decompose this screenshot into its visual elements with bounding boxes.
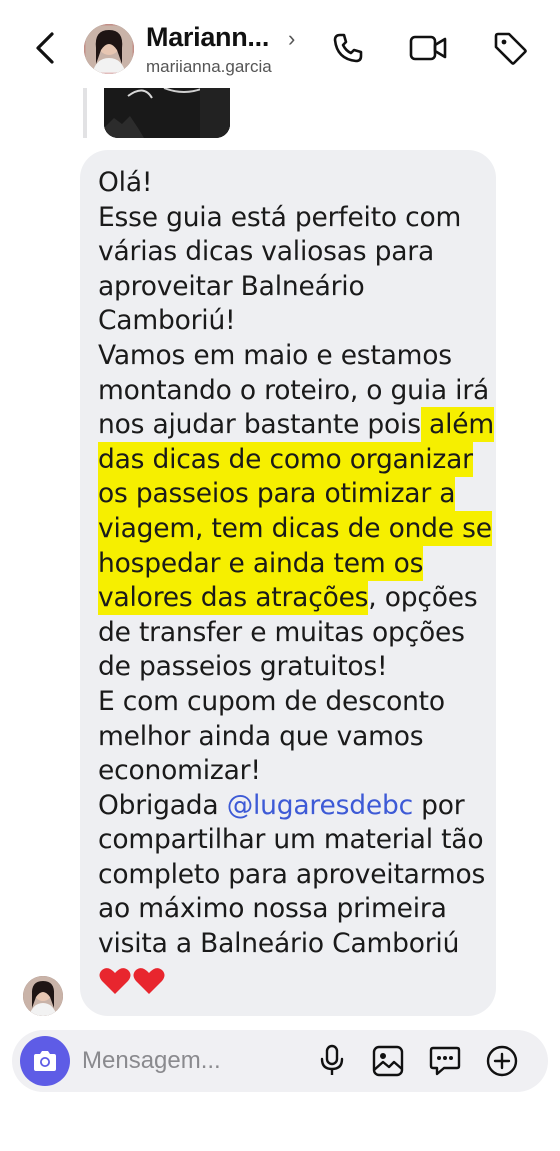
contact-avatar[interactable]: [84, 24, 134, 74]
message-text-segment: de passeios gratuitos!: [98, 651, 388, 683]
message-line: valores das atrações, opções: [98, 580, 484, 616]
message-line: economizar!: [98, 754, 484, 789]
message-line: Camboriú!: [98, 304, 484, 339]
chevron-right-icon: ›: [288, 26, 296, 51]
message-line: ao máximo nossa primeira: [98, 892, 484, 927]
message-line: várias dicas valiosas para: [98, 235, 484, 270]
video-call-button[interactable]: [406, 26, 450, 70]
message-text-segment: Vamos em maio e estamos: [98, 339, 452, 371]
message-line: visita a Balneário Camboriú: [98, 927, 484, 962]
gallery-icon: [372, 1045, 404, 1077]
message-line: das dicas de como organizar: [98, 441, 484, 478]
message-text-segment: compartilhar um material tão: [98, 824, 484, 856]
sender-avatar[interactable]: [23, 976, 63, 1016]
message-line: nos ajudar bastante pois além: [98, 407, 494, 443]
message-text-segment: E com cupom de desconto: [98, 685, 445, 717]
hearts-row: [98, 964, 484, 998]
reply-indicator-bar: [83, 88, 87, 138]
message-text-segment: Obrigada: [98, 789, 227, 821]
message-line: Vamos em maio e estamos: [98, 339, 484, 374]
message-line: Olá!: [98, 166, 484, 201]
message-text-segment: de transfer e muitas opções: [98, 616, 465, 648]
message-text-segment: várias dicas valiosas para: [98, 236, 435, 268]
message-text-segment: nos ajudar bastante pois: [98, 409, 421, 441]
message-line: completo para aproveitarmos: [98, 858, 486, 893]
contact-info[interactable]: Mariann... › mariianna.garcia: [146, 22, 316, 78]
camera-button[interactable]: [20, 1036, 70, 1086]
message-text-segment: Olá!: [98, 167, 153, 198]
heart-emoji-icon: [133, 967, 165, 994]
back-icon: [36, 32, 54, 64]
mention-link[interactable]: @lugaresdebc: [227, 790, 413, 821]
highlighted-text: viagem, tem dicas de onde se: [98, 510, 492, 546]
tag-button[interactable]: [488, 26, 532, 70]
message-line: Esse guia está perfeito com: [98, 201, 484, 236]
shared-image-thumbnail[interactable]: [104, 88, 230, 138]
message-line: montando o roteiro, o guia irá: [98, 374, 489, 409]
video-icon: [409, 35, 447, 61]
heart-emoji-icon: [99, 967, 131, 994]
microphone-icon: [320, 1044, 344, 1075]
message-text-segment: , opções: [368, 582, 478, 614]
camera-icon: [34, 1051, 56, 1071]
highlighted-text: valores das atrações: [98, 580, 369, 616]
message-line: de passeios gratuitos!: [98, 650, 484, 685]
message-text-segment: visita a Balneário Camboriú: [98, 928, 460, 960]
message-input[interactable]: [82, 1042, 302, 1080]
message-text-segment: Camboriú!: [98, 305, 236, 337]
message-text-segment: por: [412, 789, 465, 821]
message-line: aproveitar Balneário: [98, 270, 484, 305]
voice-message-button[interactable]: [311, 1040, 353, 1082]
highlighted-text: das dicas de como organizar: [98, 441, 473, 477]
message-text-segment: ao máximo nossa primeira: [98, 893, 447, 925]
message-text-segment: montando o roteiro, o guia irá: [98, 374, 490, 406]
phone-icon: [333, 33, 363, 63]
add-button[interactable]: [481, 1040, 523, 1082]
message-line: melhor ainda que vamos: [98, 720, 484, 755]
message-line: E com cupom de desconto: [98, 685, 484, 720]
highlighted-text: além: [420, 407, 494, 443]
add-icon: [486, 1045, 518, 1077]
voice-call-button[interactable]: [326, 26, 370, 70]
message-line: hospedar e ainda tem os: [98, 545, 484, 582]
message-line: Obrigada @lugaresdebc por: [98, 789, 484, 824]
message-bubble[interactable]: Olá! Esse guia está perfeito com várias di…: [80, 150, 496, 1016]
chat-header: Mariann... › mariianna.garcia: [0, 0, 560, 88]
highlighted-text: hospedar e ainda tem os: [98, 545, 424, 581]
message-line: de transfer e muitas opções: [98, 616, 484, 651]
tag-icon: [494, 32, 527, 65]
message-text: Olá! Esse guia está perfeito com várias di…: [98, 166, 494, 962]
highlighted-text: os passeios para otimizar a: [98, 476, 456, 512]
message-line: compartilhar um material tão: [98, 823, 484, 858]
message-text-segment: economizar!: [98, 755, 261, 787]
message-composer: [12, 1030, 548, 1092]
contact-username: mariianna.garcia: [146, 57, 272, 76]
message-line: viagem, tem dicas de onde se: [98, 510, 492, 547]
message-text-segment: Esse guia está perfeito com: [98, 201, 462, 233]
gallery-button[interactable]: [367, 1040, 409, 1082]
sticker-icon: [429, 1046, 461, 1076]
message-text-segment: melhor ainda que vamos: [98, 720, 424, 752]
sticker-button[interactable]: [424, 1040, 466, 1082]
message-line: os passeios para otimizar a: [98, 476, 484, 512]
back-button[interactable]: [24, 26, 66, 70]
message-text-segment: completo para aproveitarmos: [98, 858, 486, 890]
message-text-segment: aproveitar Balneário: [98, 270, 365, 302]
contact-name: Mariann...: [146, 22, 270, 52]
